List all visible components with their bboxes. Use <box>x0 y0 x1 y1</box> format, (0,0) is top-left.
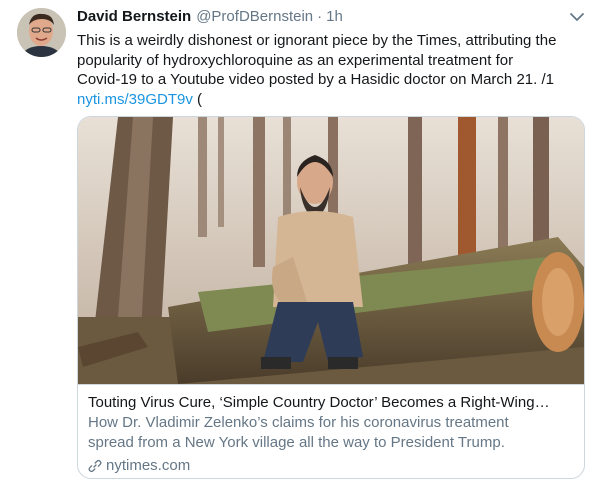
tweet-text-line: Covid-19 to a Youtube video posted by a … <box>77 71 554 89</box>
card-domain: nytimes.com <box>88 456 574 476</box>
timestamp[interactable]: 1h <box>326 8 343 25</box>
tweet-text: This is a weirdly dishonest or ignorant … <box>77 31 587 109</box>
tweet[interactable]: David Bernstein @ProfDBernstein · 1h Thi… <box>0 0 597 495</box>
card-description: How Dr. Vladimir Zelenko’s claims for hi… <box>88 413 574 453</box>
author-handle[interactable]: @ProfDBernstein <box>196 8 313 25</box>
link-card[interactable]: Touting Virus Cure, ‘Simple Country Doct… <box>77 116 585 479</box>
card-title: Touting Virus Cure, ‘Simple Country Doct… <box>88 394 550 411</box>
card-body: Touting Virus Cure, ‘Simple Country Doct… <box>78 384 584 478</box>
avatar[interactable] <box>17 8 66 57</box>
tweet-link[interactable]: nyti.ms/39GDT9v <box>77 91 193 108</box>
tweet-text-suffix: ( <box>192 90 203 108</box>
chevron-down-icon[interactable] <box>568 10 586 24</box>
link-icon <box>88 459 102 473</box>
separator: · <box>317 8 323 25</box>
tweet-text-line: nyti.ms/39GDT9v ( <box>77 90 587 110</box>
tweet-text-line: popularity of hydroxychloroquine as an e… <box>77 51 514 69</box>
card-description-line: spread from a New York village all the w… <box>88 434 505 451</box>
card-description-line: How Dr. Vladimir Zelenko’s claims for hi… <box>88 414 509 431</box>
card-image <box>78 117 584 384</box>
author-name[interactable]: David Bernstein <box>77 8 191 25</box>
tweet-header: David Bernstein @ProfDBernstein · 1h <box>77 8 343 28</box>
tweet-text-line: This is a weirdly dishonest or ignorant … <box>77 32 557 49</box>
card-domain-text: nytimes.com <box>106 457 191 474</box>
